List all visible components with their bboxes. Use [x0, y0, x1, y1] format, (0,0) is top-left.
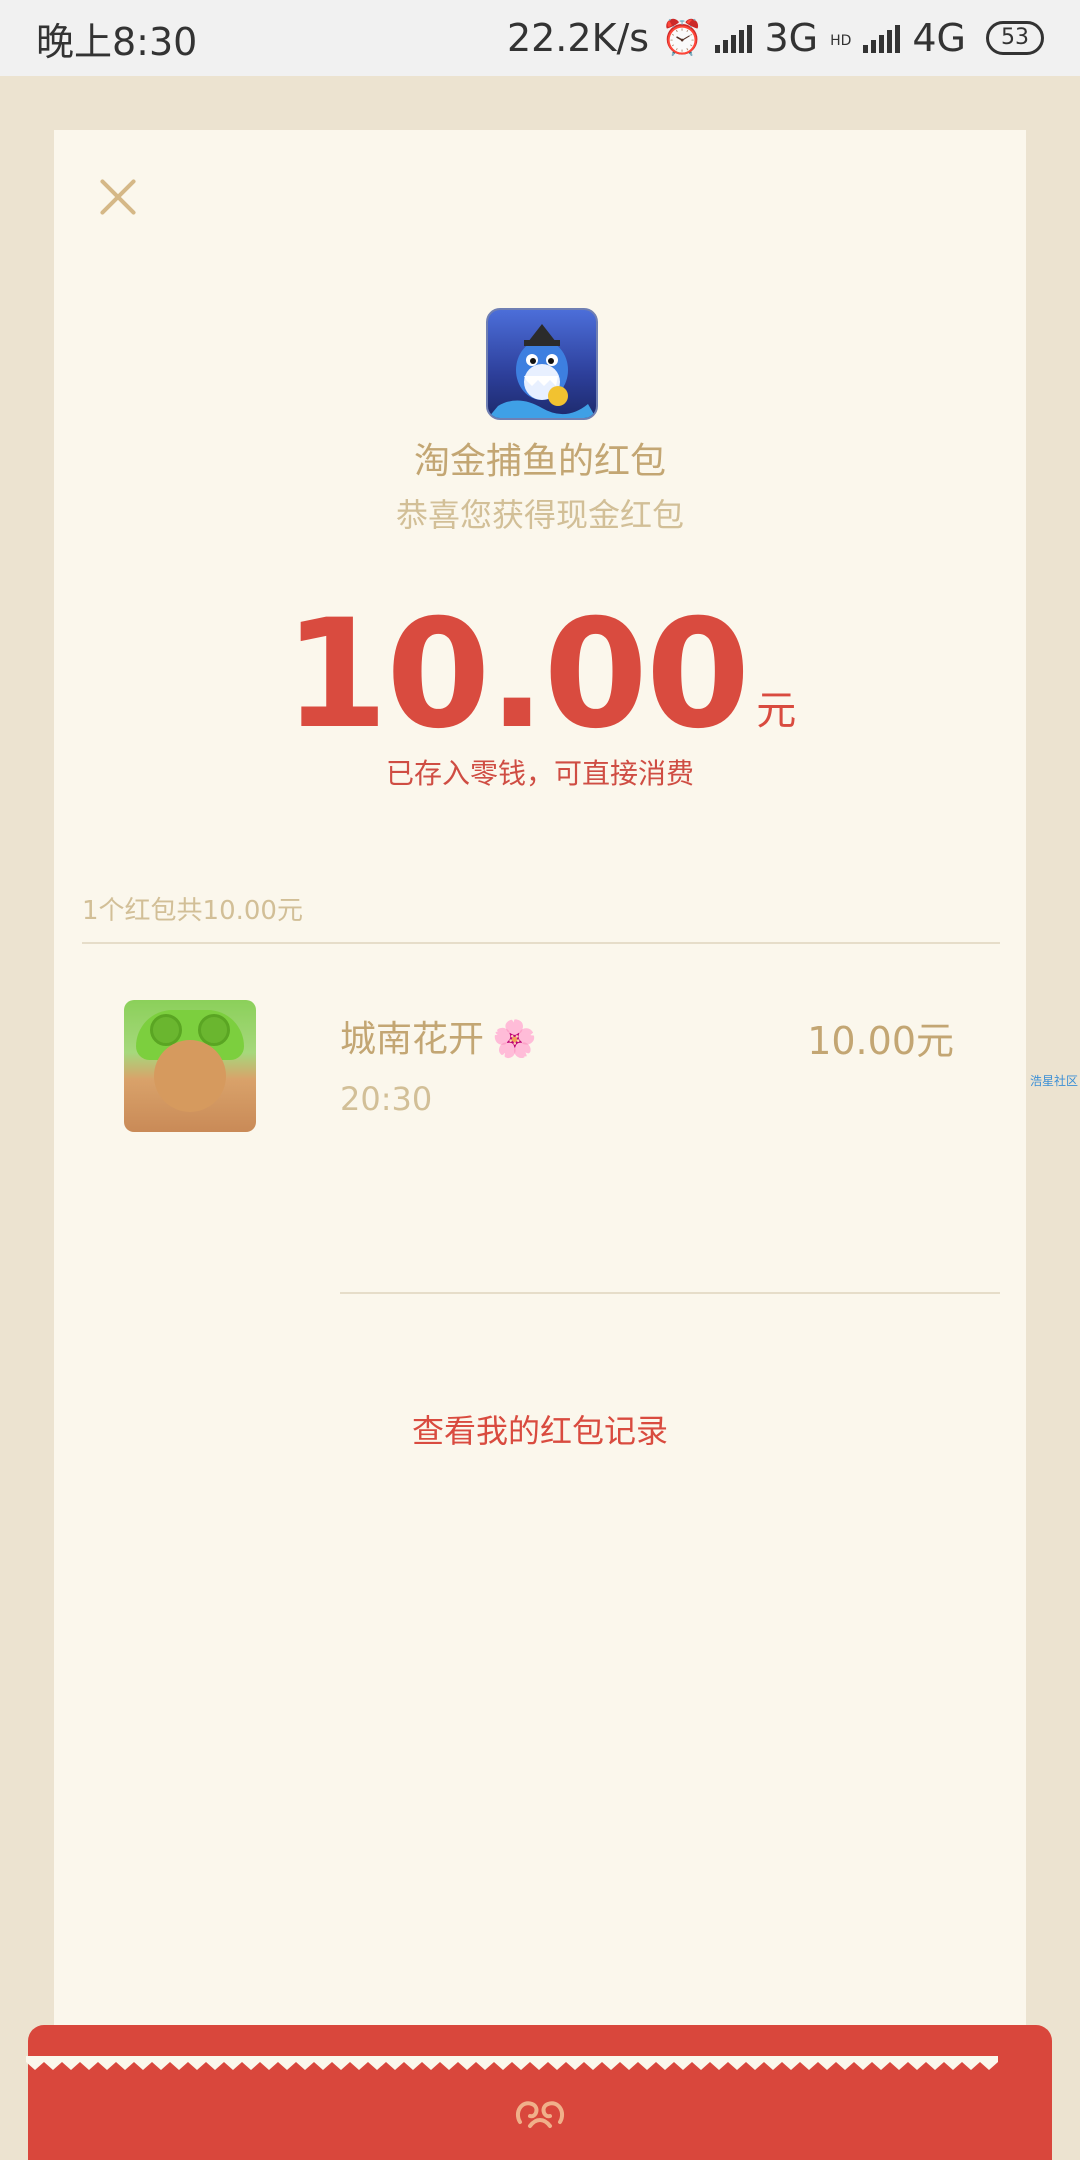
red-packet-detail-card: 淘金捕鱼的红包 恭喜您获得现金红包 10.00 元 已存入零钱，可直接消费 1个… [54, 130, 1026, 2080]
packet-summary: 1个红包共10.00元 [82, 896, 303, 926]
hd-label: HD [830, 33, 852, 49]
avatar-eye-right [198, 1014, 230, 1046]
receiver-amount: 10.00元 [807, 1019, 954, 1063]
status-time: 晚上8:30 [36, 19, 198, 64]
status-bar: 晚上8:30 22.2K/s ⏰ 3G HD 4G 53 [0, 0, 1080, 76]
shark-illustration [488, 324, 596, 418]
flower-emoji-icon: 🌸 [492, 1019, 537, 1060]
receiver-row[interactable]: 城南花开 🌸 20:30 10.00元 [124, 1000, 1000, 1200]
battery-level: 53 [1001, 25, 1029, 50]
amount-display: 10.00 元 [54, 600, 1026, 750]
close-icon[interactable] [88, 168, 148, 228]
deposit-note[interactable]: 已存入零钱，可直接消费 [54, 752, 1026, 792]
divider [340, 1292, 1000, 1294]
divider [82, 942, 1000, 944]
alarm-icon: ⏰ [661, 18, 704, 58]
receive-time: 20:30 [340, 1080, 433, 1118]
receiver-name: 城南花开 [340, 1019, 485, 1060]
avatar-face [154, 1040, 226, 1112]
cloud-swirl-icon [515, 2101, 565, 2128]
network-3g: 3G [764, 16, 819, 60]
amount-unit: 元 [756, 688, 797, 734]
zigzag-edge [26, 2056, 998, 2070]
signal-icon-2 [863, 23, 901, 53]
net-speed: 22.2K/s [506, 16, 650, 60]
shark-game-icon [486, 308, 598, 420]
watermark: 浩星社区 [1030, 1074, 1079, 1088]
amount-value: 10.00 [283, 588, 750, 762]
sender-title: 淘金捕鱼的红包 [413, 441, 666, 482]
receiver-name-wrap: 城南花开 🌸 [340, 1010, 537, 1062]
view-records-link[interactable]: 查看我的红包记录 [54, 1406, 1026, 1452]
status-indicators: 22.2K/s ⏰ 3G HD 4G 53 [507, 16, 1044, 60]
signal-icon-1 [715, 23, 753, 53]
sender-subtitle: 恭喜您获得现金红包 [395, 496, 684, 534]
battery-icon: 53 [986, 21, 1044, 55]
avatar[interactable] [124, 1000, 256, 1132]
network-4g: 4G [912, 16, 966, 60]
